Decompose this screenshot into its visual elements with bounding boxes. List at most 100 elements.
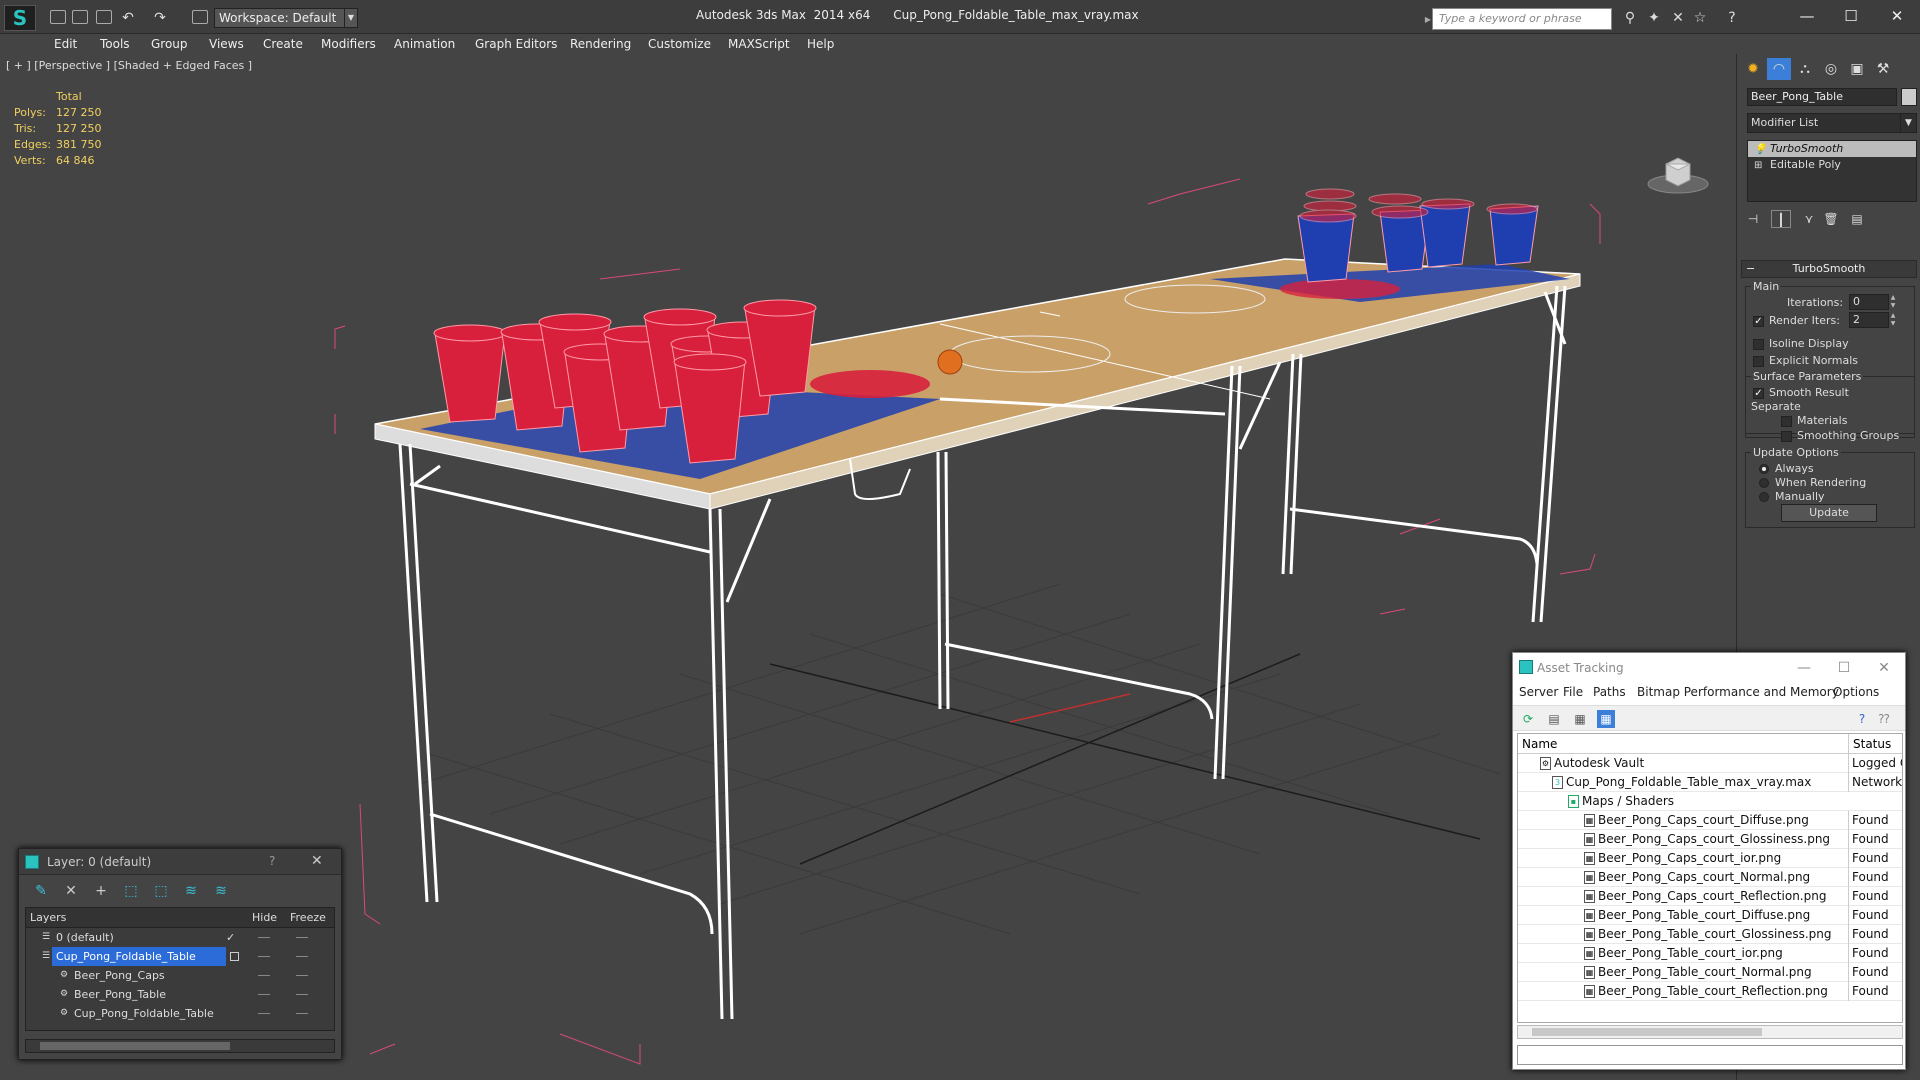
maximize-button[interactable]: ☐ [1829, 657, 1859, 679]
hide-toggle[interactable] [258, 975, 270, 976]
asset-row[interactable]: ▦ Beer_Pong_Caps_court_Diffuse.png Found [1518, 811, 1902, 830]
menu-graph-editors[interactable]: Graph Editors [475, 34, 557, 54]
layer-row[interactable]: ⚙ Cup_Pong_Foldable_Table [26, 1004, 334, 1023]
list-view-icon[interactable]: ▤ [1545, 710, 1563, 728]
help-icon[interactable]: ? [1724, 10, 1740, 26]
close-icon[interactable]: ✕ [311, 853, 323, 869]
object-color-swatch[interactable] [1901, 88, 1917, 106]
viewcube[interactable] [1646, 144, 1710, 196]
isoline-display-checkbox[interactable] [1753, 339, 1764, 350]
status-column-header[interactable]: Status [1848, 734, 1895, 754]
freeze-toggle[interactable] [296, 975, 308, 976]
stack-item-turbosmooth[interactable]: 💡 TurboSmooth [1748, 141, 1916, 157]
hide-column-header[interactable]: Hide [252, 911, 277, 924]
render-iters-spinner[interactable]: 2 [1849, 312, 1889, 328]
asset-row[interactable]: ▦ Beer_Pong_Table_court_ior.png Found [1518, 944, 1902, 963]
remove-modifier-icon[interactable]: 🗑 [1821, 210, 1841, 228]
asset-tracking-titlebar[interactable]: Asset Tracking — ☐ ✕ [1513, 653, 1905, 683]
binoculars-icon[interactable]: ⚲ [1622, 10, 1638, 26]
favorites-star-icon[interactable]: ☆ [1692, 10, 1708, 26]
hide-toggle[interactable] [258, 994, 270, 995]
stack-item-editable-poly[interactable]: ⊞ Editable Poly [1748, 157, 1916, 173]
menu-group[interactable]: Group [151, 34, 188, 54]
asset-path-field[interactable] [1517, 1045, 1903, 1065]
hide-toggle[interactable] [258, 1013, 270, 1014]
viewport-label[interactable]: [ + ] [Perspective ] [Shaded + Edged Fac… [6, 59, 252, 72]
hide-toggle[interactable] [258, 956, 270, 957]
close-button[interactable]: ✕ [1880, 4, 1914, 28]
freeze-toggle[interactable] [296, 1013, 308, 1014]
save-file-icon[interactable] [96, 10, 112, 24]
minimize-button[interactable]: — [1789, 657, 1819, 679]
spinner-arrows-icon[interactable]: ▲ ▼ [1889, 312, 1897, 328]
explicit-normals-checkbox[interactable] [1753, 356, 1764, 367]
layer-row[interactable]: ☰ 0 (default) ✓ [26, 928, 334, 947]
menu-rendering[interactable]: Rendering [570, 34, 631, 54]
layer-row[interactable]: ⚙ Beer_Pong_Caps [26, 966, 334, 985]
iterations-spinner[interactable]: 0 [1849, 294, 1889, 310]
app-logo-button[interactable]: S [4, 5, 36, 31]
asset-row[interactable]: ▦ Beer_Pong_Caps_court_Reflection.png Foun… [1518, 887, 1902, 906]
update-when-rendering-radio[interactable] [1759, 478, 1769, 488]
utilities-tab-icon[interactable]: ⚒ [1871, 58, 1895, 80]
highlight-layer-icon[interactable]: ⬚ [151, 881, 171, 901]
show-end-result-icon[interactable]: ┃ [1771, 210, 1791, 228]
create-tab-icon[interactable]: ✹ [1741, 58, 1765, 80]
refresh-icon[interactable]: ⟳ [1519, 710, 1537, 728]
update-always-radio[interactable] [1759, 464, 1769, 474]
configure-sets-icon[interactable]: ▤ [1847, 210, 1867, 228]
menu-options[interactable]: Options [1833, 685, 1879, 699]
menu-tools[interactable]: Tools [100, 34, 130, 54]
active-layer-check-icon[interactable]: ✓ [226, 928, 235, 947]
undo-icon[interactable]: ↶ [120, 10, 136, 26]
asset-horizontal-scrollbar[interactable] [1517, 1025, 1903, 1039]
expand-plus-icon[interactable]: ⊞ [1754, 158, 1762, 174]
lightbulb-icon[interactable]: 💡 [1754, 142, 1766, 158]
layers-column-header[interactable]: Layers [30, 911, 66, 924]
redo-icon[interactable]: ↷ [152, 10, 168, 26]
menu-paths[interactable]: Paths [1593, 685, 1626, 699]
close-button[interactable]: ✕ [1869, 657, 1899, 679]
table-view-icon[interactable]: ▦ [1571, 710, 1589, 728]
chevron-down-icon[interactable]: ▼ [344, 8, 358, 28]
help-icon[interactable]: ? [269, 854, 275, 868]
motion-tab-icon[interactable]: ◎ [1819, 58, 1843, 80]
new-file-icon[interactable] [50, 10, 66, 24]
asset-row[interactable]: ⚙Autodesk Vault Logged O [1518, 754, 1902, 773]
search-input[interactable]: Type a keyword or phrase [1432, 8, 1612, 30]
freeze-toggle[interactable] [296, 956, 308, 957]
object-name-field[interactable]: Beer_Pong_Table [1747, 88, 1897, 106]
asset-row[interactable]: ▦ Beer_Pong_Caps_court_Glossiness.png Foun… [1518, 830, 1902, 849]
asset-row[interactable]: ▦ Beer_Pong_Caps_court_Normal.png Found [1518, 868, 1902, 887]
turbosmooth-rollout-header[interactable]: − TurboSmooth [1741, 260, 1917, 278]
render-iters-checkbox[interactable]: ✓ [1753, 316, 1764, 327]
menu-modifiers[interactable]: Modifiers [321, 34, 376, 54]
update-button[interactable]: Update [1781, 504, 1877, 522]
modify-tab-icon[interactable]: ◠ [1767, 58, 1791, 80]
update-manually-radio[interactable] [1759, 492, 1769, 502]
create-layer-icon[interactable]: ✎ [31, 881, 51, 901]
layer-row[interactable]: ⚙ Beer_Pong_Table [26, 985, 334, 1004]
menu-edit[interactable]: Edit [54, 34, 77, 54]
set-current-box[interactable] [230, 952, 239, 961]
select-in-layer-icon[interactable]: ⬚ [121, 881, 141, 901]
modifier-list-dropdown[interactable]: Modifier List ▼ [1747, 113, 1917, 133]
layer-dialog-titlebar[interactable]: Layer: 0 (default) ? ✕ [19, 849, 341, 875]
add-to-layer-icon[interactable]: + [91, 881, 111, 901]
freeze-toggle[interactable] [296, 937, 308, 938]
asset-row[interactable]: ▦ Beer_Pong_Table_court_Reflection.png Fou… [1518, 982, 1902, 1001]
delete-layer-icon[interactable]: ✕ [61, 881, 81, 901]
smoothing-groups-checkbox[interactable] [1781, 431, 1792, 442]
menu-help[interactable]: Help [807, 34, 834, 54]
minimize-button[interactable]: — [1790, 4, 1824, 28]
asset-row[interactable]: ▦ Beer_Pong_Table_court_Normal.png Found [1518, 963, 1902, 982]
project-folder-icon[interactable] [192, 10, 208, 24]
grid-view-icon[interactable]: ▦ [1597, 710, 1615, 728]
name-column-header[interactable]: Name [1522, 737, 1557, 751]
asset-row[interactable]: ▦ Beer_Pong_Table_court_Diffuse.png Found [1518, 906, 1902, 925]
hierarchy-tab-icon[interactable]: ⛬ [1793, 58, 1817, 80]
asset-row[interactable]: ▪ Maps / Shaders [1518, 792, 1902, 811]
materials-checkbox[interactable] [1781, 416, 1792, 427]
menu-file[interactable]: File [1563, 685, 1583, 699]
maximize-button[interactable]: ☐ [1834, 4, 1868, 28]
